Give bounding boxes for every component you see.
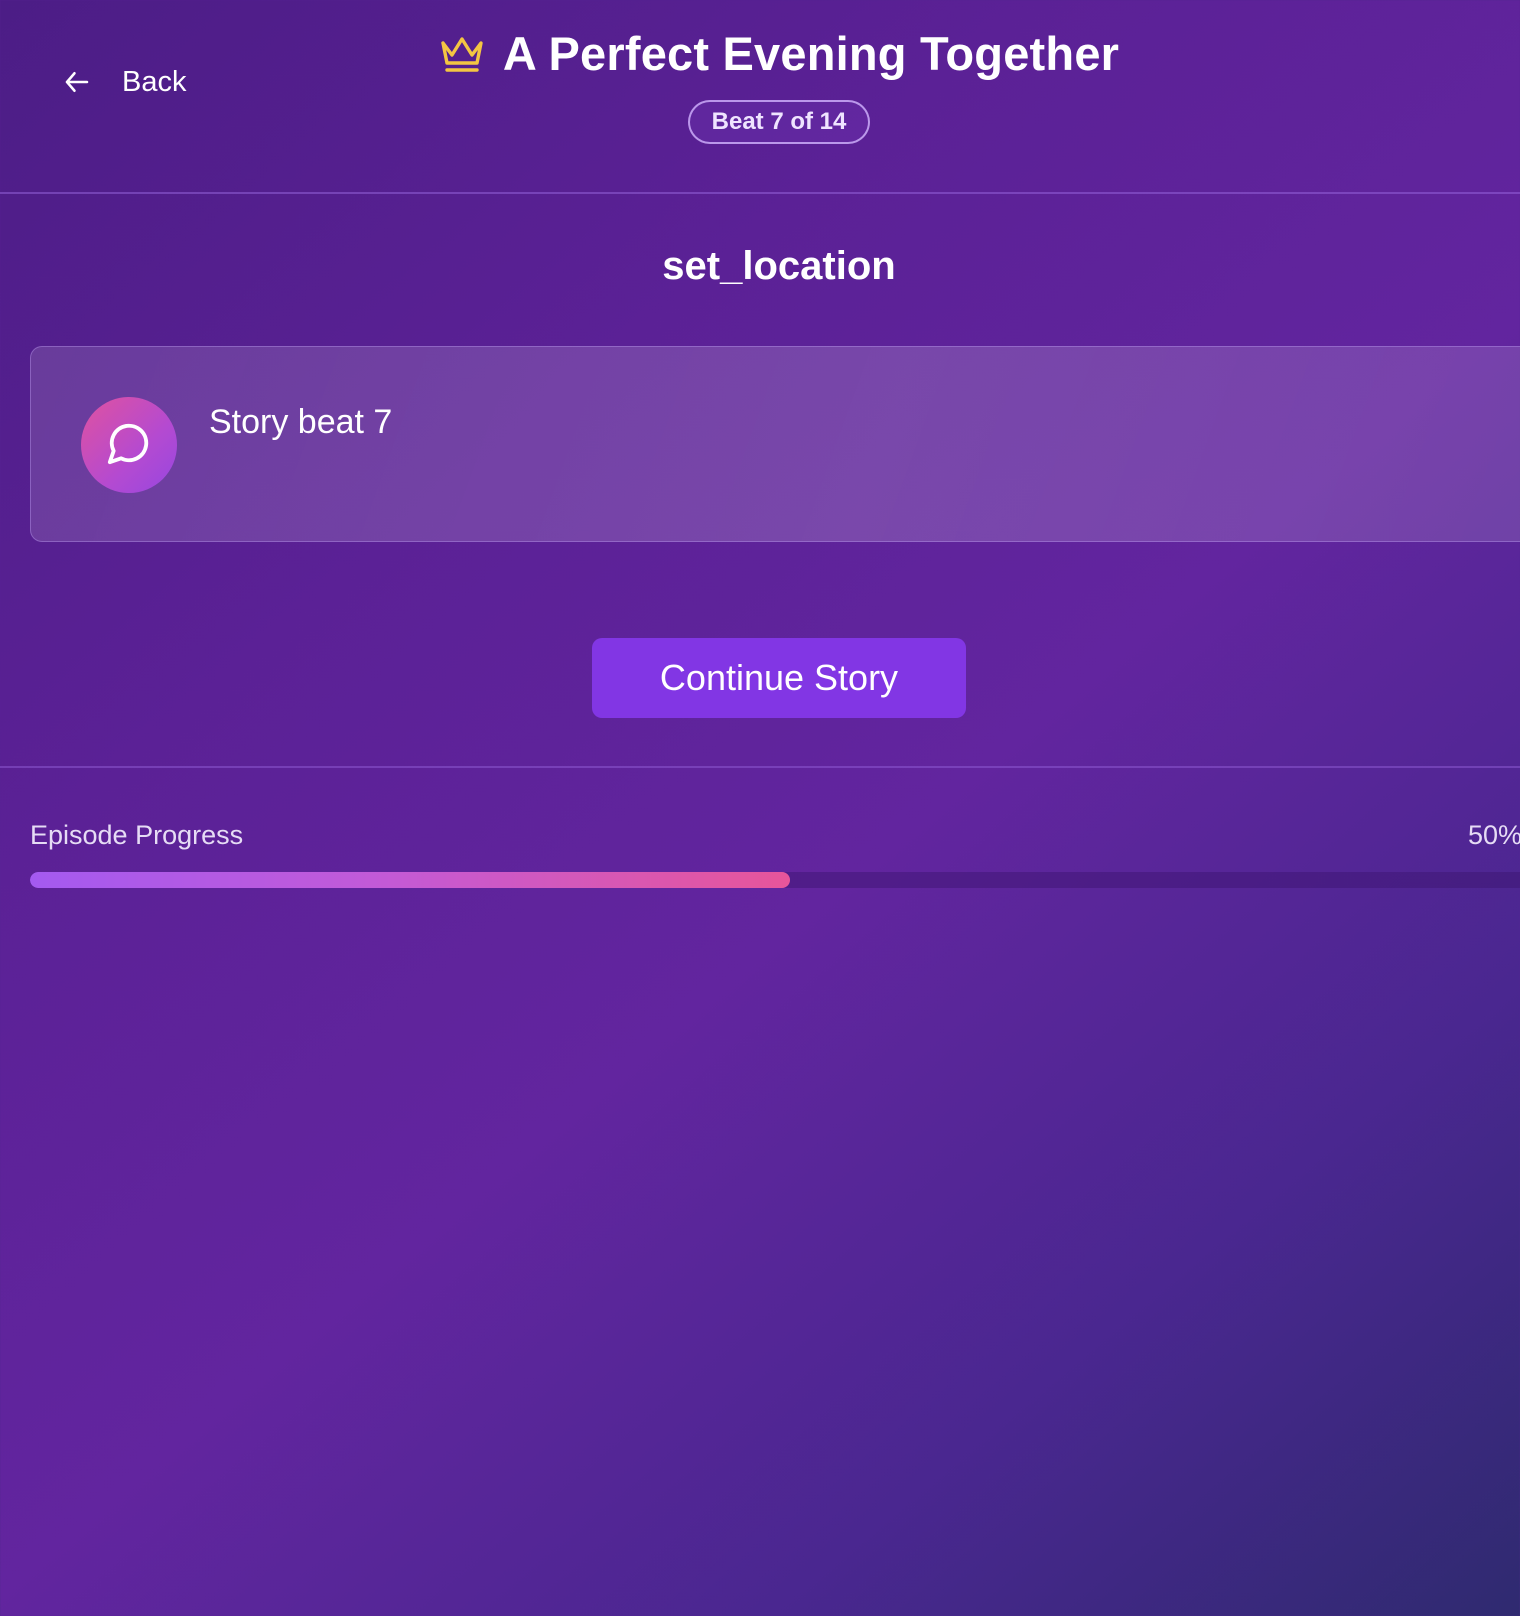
story-beat-card: Story beat 7: [30, 346, 1520, 542]
beat-counter-badge: Beat 7 of 14: [687, 100, 871, 144]
top-header: Back A Perfect Evening Together Beat 7 o…: [0, 0, 1520, 194]
progress-percent: 50%: [1468, 820, 1520, 850]
badge-wrap: Beat 7 of 14: [0, 100, 1520, 144]
story-beat-text: Story beat 7: [209, 403, 393, 441]
progress-track: [30, 872, 1520, 888]
progress-fill: [30, 872, 790, 888]
chat-avatar: [81, 397, 177, 493]
crown-icon: [439, 33, 485, 75]
beat-title: set_location: [662, 244, 896, 288]
continue-story-button[interactable]: Continue Story: [592, 638, 966, 718]
title-row: A Perfect Evening Together: [0, 26, 1520, 81]
chat-bubble-icon: [106, 420, 152, 471]
page-title: A Perfect Evening Together: [502, 27, 1120, 80]
section-divider: [0, 766, 1520, 768]
progress-label: Episode Progress: [30, 820, 244, 850]
